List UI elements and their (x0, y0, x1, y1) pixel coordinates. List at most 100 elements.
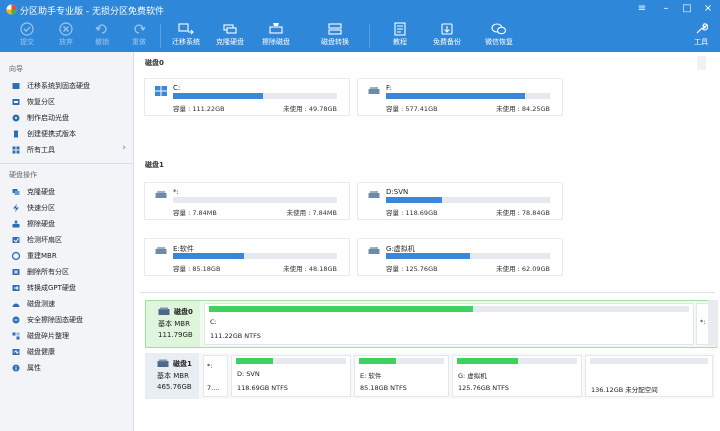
wipe-disk-button[interactable]: 擦除磁盘 (254, 20, 298, 52)
badsector-icon (12, 237, 20, 243)
menu-button[interactable]: ≡ (634, 2, 650, 16)
close-button[interactable]: × (700, 2, 716, 16)
migrate-system-label: 迁移系统 (172, 38, 200, 46)
sidebar-item-portable[interactable]: 创建便携式版本 (0, 126, 133, 142)
clone-disk-button[interactable]: 克隆硬盘 (208, 20, 252, 52)
migrate-system-button[interactable]: 迁移系统 (164, 20, 208, 52)
segment-detail: 136.12GB 未分配空间 (591, 386, 658, 394)
sidebar-item-delete-all[interactable]: 删除所有分区 (0, 264, 133, 280)
disk0-type: 基本 MBR (158, 320, 190, 328)
sidebar-item-label: 恢复分区 (27, 98, 55, 106)
disk1-map-row[interactable]: 磁盘1 基本 MBR 465.76GB *: 7.... D: SVN 118.… (145, 353, 715, 399)
disk1-segment-d[interactable]: D: SVN 118.69GB NTFS (231, 355, 351, 397)
sidebar-item-migrate-ssd[interactable]: 迁移系统到固态硬盘 (0, 78, 133, 94)
sidebar-item-clone-disk[interactable]: 克隆硬盘 (0, 184, 133, 200)
sidebar-item-defrag[interactable]: 磁盘碎片整理 (0, 328, 133, 344)
minimize-button[interactable]: – (658, 2, 674, 16)
window-title: 分区助手专业版 - 无损分区免费软件 (20, 7, 164, 17)
layout-toggle-icon[interactable] (697, 56, 706, 70)
commit-button[interactable]: 提交 (5, 20, 49, 52)
vertical-scrollbar[interactable] (708, 300, 718, 346)
disk0-segment-c[interactable]: C: 111.22GB NTFS (204, 303, 694, 345)
sidebar-item-label: 磁盘测速 (27, 300, 55, 308)
partition-capacity: 容量 : 118.69GB (386, 209, 438, 217)
left-panel: 向导 迁移系统到固态硬盘 恢复分区 制作启动光盘 创建便携式版本 所有工具 › … (0, 52, 134, 431)
disk1-header: 磁盘1 (145, 161, 164, 169)
disk0-header: 磁盘0 (145, 59, 164, 67)
disk1-segment-small[interactable]: *: 7.... (203, 355, 228, 397)
disk-ops-title: 硬盘操作 (9, 171, 37, 179)
sidebar-item-quick-partition[interactable]: 快速分区 (0, 200, 133, 216)
partition-card-f[interactable]: F: 容量 : 577.41GB 未使用 : 84.25GB (357, 78, 563, 116)
maximize-button[interactable]: □ (679, 2, 695, 16)
disk-convert-label: 磁盘转换 (321, 38, 349, 46)
partition-card-unallocated-small[interactable]: *: 容量 : 7.84MB 未使用 : 7.84MB (144, 182, 350, 220)
sidebar-item-properties[interactable]: 属性 (0, 360, 133, 376)
partition-card-d[interactable]: D:SVN 容量 : 118.69GB 未使用 : 78.84GB (357, 182, 563, 220)
sidebar-item-disk-speed[interactable]: 磁盘测速 (0, 296, 133, 312)
sidebar-item-label: 检测坏扇区 (27, 236, 62, 244)
migrate-icon (12, 83, 20, 89)
partition-card-e[interactable]: E:软件 容量 : 85.18GB 未使用 : 48.18GB (144, 238, 350, 276)
panel-splitter[interactable] (140, 292, 715, 293)
segment-fill (457, 358, 519, 364)
partition-card-c[interactable]: C: 容量 : 111.22GB 未使用 : 49.78GB (144, 78, 350, 116)
sidebar-item-label: 制作启动光盘 (27, 114, 69, 122)
tools-icon (696, 23, 708, 34)
segment-usage-bar (236, 358, 346, 364)
sidebar-item-convert-gpt[interactable]: 转换成GPT硬盘 (0, 280, 133, 296)
tutorial-button[interactable]: 教程 (378, 20, 422, 52)
sidebar-item-disk-health[interactable]: 磁盘健康 (0, 344, 133, 360)
disk1-segment-g[interactable]: G: 虚拟机 125.76GB NTFS (452, 355, 582, 397)
disk1-info: 磁盘1 基本 MBR 465.76GB (145, 353, 199, 399)
wipe-disk-label: 擦除磁盘 (262, 38, 290, 46)
sidebar-item-boot-disk[interactable]: 制作启动光盘 (0, 110, 133, 126)
disk1-type: 基本 MBR (157, 372, 189, 380)
sidebar-item-label: 重建MBR (27, 252, 57, 260)
disk0-map-row[interactable]: 磁盘0 基本 MBR 111.79GB C: 111.22GB NTFS *: (145, 300, 717, 348)
sidebar-item-bad-sector[interactable]: 检测坏扇区 (0, 232, 133, 248)
disk-convert-button[interactable]: 磁盘转换 (313, 20, 357, 52)
partition-capacity: 容量 : 7.84MB (173, 209, 217, 217)
usage-fill (173, 253, 244, 259)
drive-icon (368, 247, 380, 254)
sidebar-item-all-tools[interactable]: 所有工具 › (0, 142, 133, 158)
disk1-segment-unallocated[interactable]: 136.12GB 未分配空间 (585, 355, 713, 397)
segment-name: E: 软件 (360, 372, 382, 380)
partition-capacity: 容量 : 85.18GB (173, 265, 221, 273)
backup-icon (441, 23, 453, 35)
partition-card-g[interactable]: G:虚拟机 容量 : 125.76GB 未使用 : 62.09GB (357, 238, 563, 276)
redo-button[interactable]: 重做 (117, 20, 161, 52)
free-backup-button[interactable]: 免费备份 (425, 20, 469, 52)
clone-icon (223, 24, 237, 34)
info-icon (12, 364, 20, 372)
clone-disk-label: 克隆硬盘 (216, 38, 244, 46)
tools-button[interactable]: 工具 (683, 20, 719, 52)
sidebar-item-label: 创建便携式版本 (27, 130, 76, 138)
tutorial-icon (394, 22, 406, 36)
disk0-info: 磁盘0 基本 MBR 111.79GB (146, 301, 200, 347)
gpt-icon (12, 285, 20, 291)
segment-usage-bar (359, 358, 444, 364)
chevron-right-icon: › (122, 143, 126, 153)
check-icon (20, 22, 34, 36)
title-bar: 分区助手专业版 - 无损分区免费软件 ≡ – □ × (0, 0, 720, 20)
tools-label: 工具 (694, 38, 708, 46)
sidebar-item-rebuild-mbr[interactable]: 重建MBR (0, 248, 133, 264)
sidebar-item-label: 安全擦除固态硬盘 (27, 316, 83, 324)
partition-usage-bar (386, 93, 550, 99)
partition-free: 未使用 : 49.78GB (283, 105, 337, 113)
partition-name: F: (386, 84, 392, 92)
sidebar-item-label: 快速分区 (27, 204, 55, 212)
partition-free: 未使用 : 7.84MB (286, 209, 337, 217)
segment-name: G: 虚拟机 (458, 372, 487, 380)
convert-icon (328, 23, 342, 35)
sidebar-item-wipe-disk[interactable]: 擦除硬盘 (0, 216, 133, 232)
disk-ops-section-title: 硬盘操作 (0, 163, 133, 180)
sidebar-item-recover-partition[interactable]: 恢复分区 (0, 94, 133, 110)
sidebar-item-secure-erase[interactable]: 安全擦除固态硬盘 (0, 312, 133, 328)
partition-capacity: 容量 : 111.22GB (173, 105, 225, 113)
disk1-segment-e[interactable]: E: 软件 85.18GB NTFS (354, 355, 449, 397)
wechat-recovery-button[interactable]: 微信恢复 (477, 20, 521, 52)
sidebar-item-label: 擦除硬盘 (27, 220, 55, 228)
